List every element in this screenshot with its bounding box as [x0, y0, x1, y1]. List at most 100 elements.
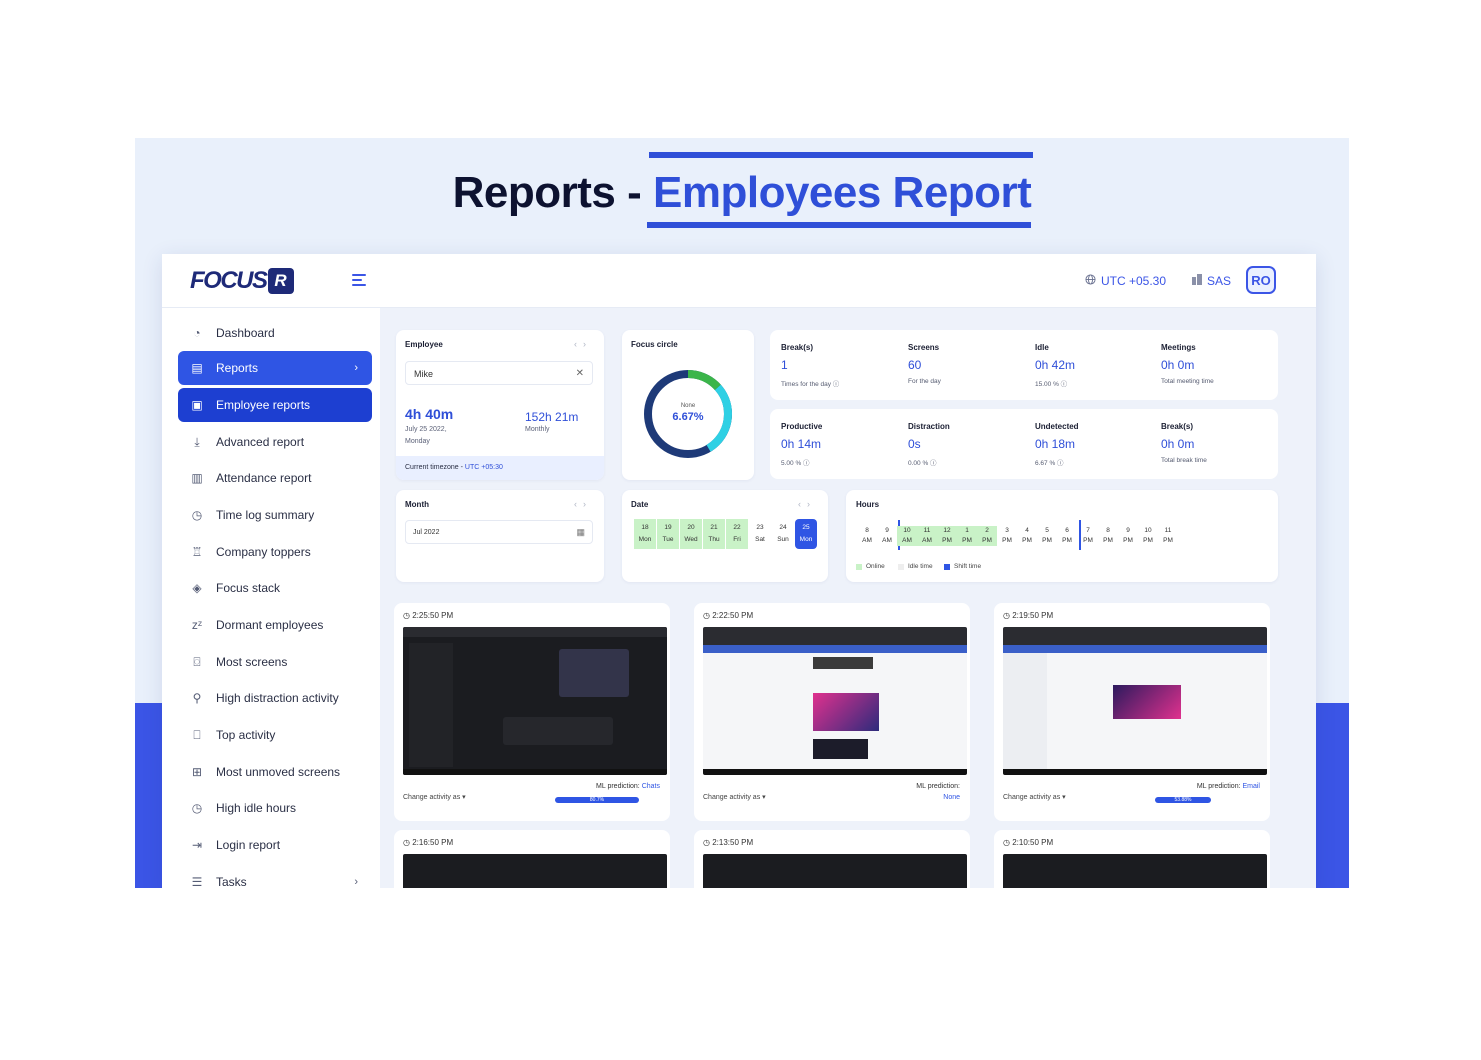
screenshot-image[interactable]: [403, 854, 667, 888]
hour-tick: 4 PM: [1022, 527, 1032, 544]
focus-card-title: Focus circle: [631, 340, 678, 349]
employee-date: July 25 2022,: [405, 426, 447, 433]
screenshot-image[interactable]: [1003, 627, 1267, 775]
day-total: 4h 40m: [405, 406, 454, 422]
screenshot-image[interactable]: [403, 627, 667, 775]
sidebar-item-high-idle-hours[interactable]: ◷ High idle hours: [178, 791, 372, 825]
sidebar-item-login-report[interactable]: ⇥ Login report: [178, 828, 372, 862]
change-activity-dropdown[interactable]: Change activity as ▾: [403, 793, 466, 801]
sidebar-item-time-log-summary[interactable]: ◷ Time log summary: [178, 498, 372, 532]
legend-shift: Shift time: [944, 563, 981, 570]
donut-center-label: None: [680, 403, 696, 409]
hour-tick: 6 PM: [1062, 527, 1072, 544]
stats-card-top: Break(s) 1 Times for the day ⓘ Screens 60 Fo…: [770, 330, 1278, 400]
download-icon: ⤓: [194, 434, 200, 449]
screenshot-card[interactable]: ◷ 2:10:50 PM: [994, 830, 1270, 888]
screenshot-image[interactable]: [703, 854, 967, 888]
month-card-title: Month: [405, 500, 429, 509]
employee-nav-arrows[interactable]: ‹›: [574, 339, 592, 349]
sidebar-item-focus-stack[interactable]: ◈ Focus stack: [178, 571, 372, 605]
clock-icon: ◷: [191, 508, 203, 522]
sidebar-item-advanced-report[interactable]: ⤓ Advanced report: [178, 425, 372, 459]
date-card: Date ‹› 18 Mon 19 Tue 20 Wed 21 Thu 22 Fri 23…: [622, 490, 828, 582]
sidebar-item-most-screens[interactable]: ⌼ Most screens: [178, 645, 372, 679]
hour-tick: 5 PM: [1042, 527, 1052, 544]
employee-weekday: Monday: [405, 438, 430, 445]
sidebar-item-most-unmoved-screens[interactable]: ⊞ Most unmoved screens: [178, 755, 372, 789]
chevron-right-icon: ›: [354, 362, 358, 374]
globe-icon: [1085, 274, 1096, 288]
month-card: Month ‹› Jul 2022 ▦: [396, 490, 604, 582]
ml-confidence-bar: 53.88%: [1155, 797, 1211, 803]
sidebar-item-dormant-employees[interactable]: zᶻ Dormant employees: [178, 608, 372, 642]
sidebar-item-attendance-report[interactable]: ▥ Attendance report: [178, 461, 372, 495]
sidebar-item-company-toppers[interactable]: ♖ Company toppers: [178, 535, 372, 569]
date-day[interactable]: 21 Thu: [703, 519, 725, 549]
sidebar-item-tasks[interactable]: ☰ Tasks ›: [178, 865, 372, 888]
date-day[interactable]: 20 Wed: [680, 519, 702, 549]
sidebar-item-top-activity[interactable]: ⎕ Top activity: [178, 718, 372, 752]
sidebar-item-label: Reports: [216, 361, 259, 375]
ml-confidence-bar: 80.7%: [555, 797, 639, 803]
screenshot-card[interactable]: ◷ 2:13:50 PM: [694, 830, 970, 888]
focus-circle-card: Focus circle None 6.67%: [622, 330, 754, 480]
camera-icon: ⌼: [193, 654, 201, 669]
date-day[interactable]: 24 Sun: [772, 519, 794, 549]
menu-toggle-icon[interactable]: [352, 274, 366, 289]
date-card-title: Date: [631, 500, 649, 509]
screenshot-time: ◷ 2:19:50 PM: [1003, 611, 1054, 620]
month-picker-value: Jul 2022: [413, 529, 440, 536]
sidebar: ◔ Dashboard ▤ Reports › ▣ Employee reports ⤓…: [162, 308, 380, 888]
pie-chart-icon: ◔: [193, 326, 201, 340]
hour-tick: 8 AM: [862, 527, 872, 544]
report-icon: ▤: [191, 361, 203, 375]
hour-tick: 3 PM: [1002, 527, 1012, 544]
date-day[interactable]: 23 Sat: [749, 519, 771, 549]
logo-text: FOCUS: [190, 267, 268, 294]
hour-tick: 10 AM: [897, 526, 917, 546]
employee-card: Employee ‹› Mike ✕ 4h 40m July 25 2022, …: [396, 330, 604, 480]
search-people-icon: ⚲: [192, 691, 202, 705]
hour-tick: 11 PM: [1163, 527, 1173, 544]
stat-distraction: Distraction 0s 0.00 % ⓘ: [908, 422, 950, 467]
calendar-icon[interactable]: ▦: [576, 527, 585, 538]
screenshot-image[interactable]: [1003, 854, 1267, 888]
trophy-icon: ♖: [191, 545, 203, 559]
screenshot-card[interactable]: ◷ 2:22:50 PM ML prediction: None Change a…: [694, 603, 970, 821]
sidebar-item-dashboard[interactable]: ◔ Dashboard: [178, 316, 372, 350]
screenshot-image[interactable]: [703, 627, 967, 775]
employee-select[interactable]: Mike ✕: [405, 361, 593, 385]
stats-card-bottom: Productive 0h 14m 5.00 % ⓘ Distraction 0s 0.…: [770, 409, 1278, 479]
date-day[interactable]: 18 Mon: [634, 519, 656, 549]
change-activity-dropdown[interactable]: Change activity as ▾: [703, 793, 766, 801]
sidebar-item-employee-reports[interactable]: ▣ Employee reports: [178, 388, 372, 422]
employee-select-value: Mike: [414, 369, 434, 379]
month-picker[interactable]: Jul 2022 ▦: [405, 520, 593, 544]
logo[interactable]: FOCUS R: [190, 267, 294, 295]
date-day-selected[interactable]: 25 Mon: [795, 519, 817, 549]
change-activity-dropdown[interactable]: Change activity as ▾: [1003, 793, 1066, 801]
date-nav-arrows[interactable]: ‹›: [798, 499, 816, 509]
hour-tick: 9 AM: [882, 527, 892, 544]
logo-badge: R: [267, 268, 294, 294]
screenshot-card[interactable]: ◷ 2:19:50 PM ML prediction: Email Change…: [994, 603, 1270, 821]
screenshot-card[interactable]: ◷ 2:16:50 PM: [394, 830, 670, 888]
hours-card-title: Hours: [856, 500, 880, 509]
hour-tick: 7 PM: [1083, 527, 1093, 544]
employee-card-title: Employee: [405, 340, 443, 349]
screenshot-card[interactable]: ◷ 2:25:50 PM ML prediction: Chats Change…: [394, 603, 670, 821]
avatar[interactable]: RO: [1246, 266, 1276, 294]
sidebar-item-label: High idle hours: [216, 801, 297, 815]
sidebar-item-high-distraction-activity[interactable]: ⚲ High distraction activity: [178, 681, 372, 715]
sidebar-item-reports[interactable]: ▤ Reports ›: [178, 351, 372, 385]
grid-icon: ⊞: [191, 765, 203, 779]
chevron-down-icon: ▾: [1062, 794, 1066, 801]
bookmark-icon: ⎕: [193, 727, 201, 742]
close-icon[interactable]: ✕: [576, 368, 584, 379]
stat-productive: Productive 0h 14m 5.00 % ⓘ: [781, 422, 823, 467]
month-nav-arrows[interactable]: ‹›: [574, 499, 592, 509]
date-day[interactable]: 22 Fri: [726, 519, 748, 549]
org-indicator[interactable]: SAS: [1192, 274, 1231, 288]
timezone-indicator[interactable]: UTC +05.30: [1085, 274, 1166, 288]
date-day[interactable]: 19 Tue: [657, 519, 679, 549]
